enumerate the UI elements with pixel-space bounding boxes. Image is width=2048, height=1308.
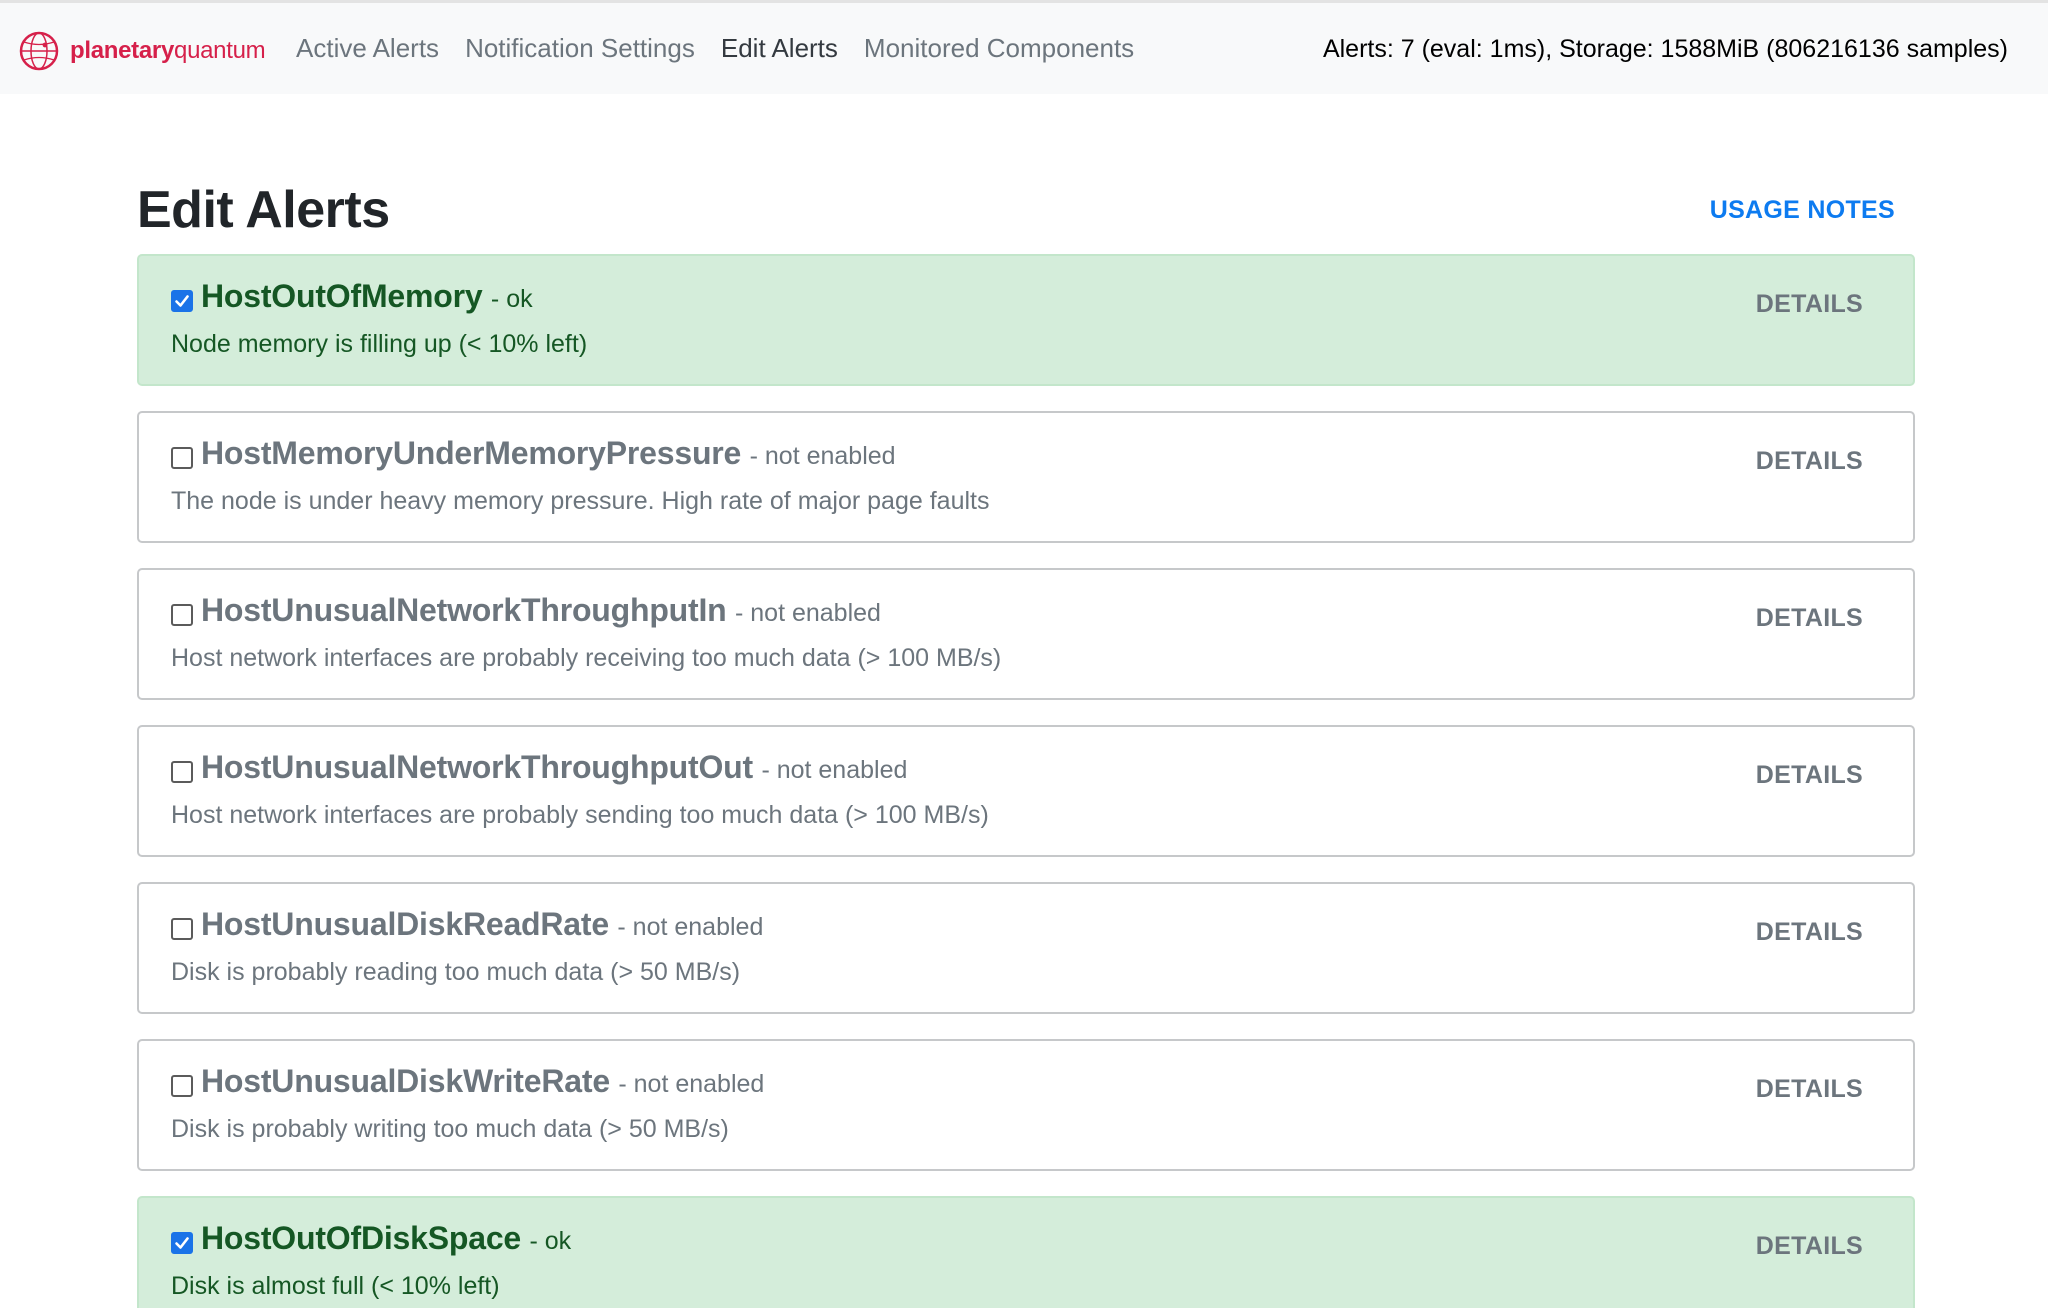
alert-details-button[interactable]: DETAILS: [1756, 604, 1863, 633]
alert-list: HostOutOfMemory - ok Node memory is fill…: [137, 254, 1915, 1308]
nav-edit-alerts[interactable]: Edit Alerts: [721, 33, 838, 64]
alert-enable-checkbox[interactable]: [171, 918, 193, 940]
alert-card: HostOutOfMemory - ok Node memory is fill…: [137, 254, 1915, 386]
alert-card: HostUnusualNetworkThroughputIn - not ena…: [137, 568, 1915, 700]
alert-enable-checkbox[interactable]: [171, 604, 193, 626]
alert-details-button[interactable]: DETAILS: [1756, 918, 1863, 947]
alert-enable-checkbox[interactable]: [171, 761, 193, 783]
alert-state: - not enabled: [618, 1070, 765, 1098]
alert-state: - ok: [529, 1227, 572, 1255]
alert-header: HostUnusualNetworkThroughputIn - not ena…: [201, 592, 881, 629]
nav-links: Active Alerts Notification Settings Edit…: [296, 33, 1160, 64]
nav-notification-settings[interactable]: Notification Settings: [465, 33, 695, 64]
alert-header: HostOutOfDiskSpace - ok: [201, 1220, 571, 1257]
alert-header: HostOutOfMemory - ok: [201, 278, 533, 315]
alert-name: HostUnusualDiskReadRate: [201, 906, 609, 942]
alert-description: Disk is almost full (< 10% left): [171, 1272, 500, 1300]
alert-header: HostMemoryUnderMemoryPressure - not enab…: [201, 435, 896, 472]
top-navbar: planetaryquantum Active Alerts Notificat…: [0, 0, 2048, 94]
brand-name-light: quantum: [174, 37, 266, 64]
alert-enable-checkbox[interactable]: [171, 447, 193, 469]
alert-enable-checkbox[interactable]: [171, 1075, 193, 1097]
page-title: Edit Alerts: [137, 181, 390, 239]
system-status: Alerts: 7 (eval: 1ms), Storage: 1588MiB …: [1322, 35, 2008, 63]
alert-description: Node memory is filling up (< 10% left): [171, 330, 588, 358]
alert-state: - not enabled: [617, 913, 764, 941]
alert-name: HostOutOfDiskSpace: [201, 1220, 522, 1256]
alert-name: HostUnusualNetworkThroughputOut: [201, 749, 753, 785]
alert-enable-checkbox[interactable]: [171, 290, 193, 312]
alert-card: HostOutOfDiskSpace - ok Disk is almost f…: [137, 1196, 1915, 1308]
alert-card: HostUnusualDiskReadRate - not enabled Di…: [137, 882, 1915, 1014]
alert-details-button[interactable]: DETAILS: [1756, 447, 1863, 476]
alert-details-button[interactable]: DETAILS: [1756, 290, 1863, 319]
alert-card: HostMemoryUnderMemoryPressure - not enab…: [137, 411, 1915, 543]
alert-description: Disk is probably writing too much data (…: [171, 1115, 729, 1143]
alert-header: HostUnusualNetworkThroughputOut - not en…: [201, 749, 907, 786]
brand-name: planetaryquantum: [70, 37, 266, 65]
alert-header: HostUnusualDiskWriteRate - not enabled: [201, 1063, 764, 1100]
alert-enable-checkbox[interactable]: [171, 1232, 193, 1254]
checkmark-icon: [175, 295, 189, 307]
alert-card: HostUnusualNetworkThroughputOut - not en…: [137, 725, 1915, 857]
globe-logo-icon: [19, 31, 59, 71]
nav-active-alerts[interactable]: Active Alerts: [296, 33, 439, 64]
alert-header: HostUnusualDiskReadRate - not enabled: [201, 906, 763, 943]
brand-logo[interactable]: planetaryquantum: [18, 30, 266, 72]
alert-card: HostUnusualDiskWriteRate - not enabled D…: [137, 1039, 1915, 1171]
alert-state: - not enabled: [734, 599, 881, 627]
alert-name: HostUnusualDiskWriteRate: [201, 1063, 610, 1099]
alert-details-button[interactable]: DETAILS: [1756, 761, 1863, 790]
nav-monitored-components[interactable]: Monitored Components: [864, 33, 1134, 64]
alert-name: HostMemoryUnderMemoryPressure: [201, 435, 742, 471]
usage-notes-link[interactable]: USAGE NOTES: [1710, 196, 1895, 225]
alert-state: - ok: [490, 285, 533, 313]
alert-details-button[interactable]: DETAILS: [1756, 1075, 1863, 1104]
alert-name: HostOutOfMemory: [201, 278, 483, 314]
alert-state: - not enabled: [761, 756, 908, 784]
alert-details-button[interactable]: DETAILS: [1756, 1232, 1863, 1261]
alert-description: Disk is probably reading too much data (…: [171, 958, 741, 986]
alert-description: The node is under heavy memory pressure.…: [171, 487, 990, 515]
alert-description: Host network interfaces are probably rec…: [171, 644, 1002, 672]
brand-name-bold: planetary: [70, 37, 175, 64]
alert-state: - not enabled: [749, 442, 896, 470]
alert-description: Host network interfaces are probably sen…: [171, 801, 989, 829]
alert-name: HostUnusualNetworkThroughputIn: [201, 592, 727, 628]
checkmark-icon: [175, 1237, 189, 1249]
